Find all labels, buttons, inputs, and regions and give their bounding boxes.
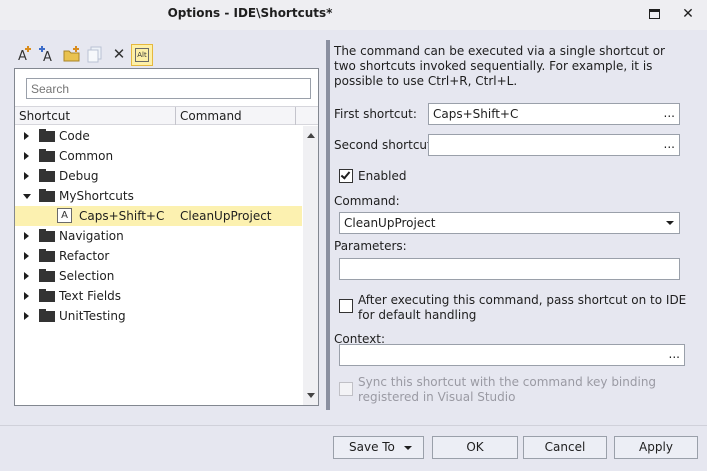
- shortcut-key-icon: A: [57, 208, 72, 223]
- tree-item-label: Debug: [59, 169, 99, 183]
- second-shortcut-browse-button[interactable]: ...: [664, 137, 675, 151]
- shortcut-command: CleanUpProject: [180, 209, 272, 223]
- folder-icon: [39, 149, 55, 162]
- expand-icon[interactable]: [24, 132, 29, 140]
- checkmark-icon: [340, 169, 351, 180]
- pass-shortcut-checkbox[interactable]: [339, 299, 353, 313]
- chevron-down-icon: [666, 221, 674, 225]
- column-separator[interactable]: [175, 107, 176, 125]
- delete-icon[interactable]: ✕: [109, 44, 129, 64]
- window-title: Options - IDE\Shortcuts*: [167, 6, 333, 20]
- parameters-label: Parameters:: [334, 239, 407, 253]
- tree-shortcut-row[interactable]: A Caps+Shift+C CleanUpProject: [15, 206, 302, 226]
- expand-icon[interactable]: [24, 232, 29, 240]
- column-separator[interactable]: [295, 107, 296, 125]
- command-dropdown[interactable]: CleanUpProject: [339, 212, 680, 234]
- command-value: CleanUpProject: [344, 216, 436, 230]
- column-header: Shortcut Command: [15, 106, 318, 125]
- command-label: Command:: [334, 194, 400, 208]
- tree-folder-code[interactable]: Code: [15, 126, 302, 146]
- search-input[interactable]: [26, 78, 311, 99]
- tree-folder-common[interactable]: Common: [15, 146, 302, 166]
- svg-text:A: A: [18, 49, 27, 64]
- first-shortcut-label: First shortcut:: [334, 107, 417, 121]
- first-shortcut-value: Caps+Shift+C: [433, 107, 519, 121]
- expand-icon[interactable]: [24, 152, 29, 160]
- tree-item-label: Navigation: [59, 229, 124, 243]
- bottom-divider: [0, 425, 707, 426]
- tree-folder-text-fields[interactable]: Text Fields: [15, 286, 302, 306]
- maximize-icon: [649, 9, 660, 19]
- scroll-up-icon[interactable]: [307, 133, 315, 138]
- tree-item-label: Common: [59, 149, 114, 163]
- shortcut-label: Caps+Shift+C: [79, 209, 165, 223]
- alt-toggle-button[interactable]: Alt: [131, 44, 153, 66]
- tree-item-label: Code: [59, 129, 90, 143]
- command-description: The command can be executed via a single…: [334, 44, 665, 88]
- tree-item-label: UnitTesting: [59, 309, 126, 323]
- second-shortcut-label: Second shortcut:: [334, 138, 436, 152]
- add-folder-icon[interactable]: [62, 44, 82, 64]
- scroll-down-icon[interactable]: [307, 393, 315, 398]
- save-to-button[interactable]: Save To: [333, 436, 424, 459]
- pass-shortcut-label: After executing this command, pass short…: [358, 293, 687, 322]
- save-to-label: Save To: [349, 440, 395, 454]
- sync-label: Sync this shortcut with the command key …: [358, 375, 657, 404]
- folder-icon: [39, 169, 55, 182]
- folder-icon: [39, 289, 55, 302]
- shortcut-tree-panel: Shortcut Command Code Common Debug MySho…: [14, 68, 319, 406]
- tree-item-label: Text Fields: [59, 289, 122, 303]
- tree-folder-debug[interactable]: Debug: [15, 166, 302, 186]
- first-shortcut-browse-button[interactable]: ...: [664, 106, 675, 120]
- add-shortcut-icon[interactable]: A: [15, 44, 35, 64]
- column-header-shortcut[interactable]: Shortcut: [19, 109, 70, 123]
- tree-folder-myshortcuts[interactable]: MyShortcuts: [15, 186, 302, 206]
- tree-folder-selection[interactable]: Selection: [15, 266, 302, 286]
- expand-icon[interactable]: [24, 172, 29, 180]
- expand-icon[interactable]: [24, 252, 29, 260]
- add-shortcut-alt-icon[interactable]: A: [38, 44, 58, 64]
- title-bar: Options - IDE\Shortcuts* ✕: [0, 0, 707, 30]
- sync-checkbox: [339, 382, 353, 396]
- tree-folder-navigation[interactable]: Navigation: [15, 226, 302, 246]
- folder-icon: [39, 309, 55, 322]
- close-icon[interactable]: ✕: [678, 4, 698, 24]
- folder-icon: [39, 189, 55, 202]
- second-shortcut-field[interactable]: ...: [428, 134, 680, 156]
- tree-item-label: Selection: [59, 269, 115, 283]
- expand-icon[interactable]: [24, 292, 29, 300]
- alt-toggle-icon: Alt: [135, 48, 149, 62]
- tree-scrollbar[interactable]: [303, 126, 318, 405]
- context-field[interactable]: ...: [339, 344, 685, 366]
- parameters-field[interactable]: [339, 258, 680, 280]
- collapse-icon[interactable]: [23, 194, 31, 199]
- tree-folder-refactor[interactable]: Refactor: [15, 246, 302, 266]
- folder-icon: [39, 229, 55, 242]
- maximize-button[interactable]: [645, 4, 665, 24]
- folder-icon: [39, 129, 55, 142]
- enabled-checkbox[interactable]: [339, 169, 353, 183]
- enabled-label: Enabled: [358, 169, 407, 183]
- apply-button[interactable]: Apply: [614, 436, 698, 459]
- copy-icon[interactable]: [85, 44, 105, 64]
- cancel-button[interactable]: Cancel: [523, 436, 607, 459]
- expand-icon[interactable]: [24, 312, 29, 320]
- folder-icon: [39, 269, 55, 282]
- tree-folder-unittesting[interactable]: UnitTesting: [15, 306, 302, 326]
- tree-rows: Code Common Debug MyShortcuts A Caps+Shi…: [15, 126, 302, 405]
- folder-icon: [39, 249, 55, 262]
- svg-text:A: A: [43, 50, 52, 64]
- column-header-command[interactable]: Command: [180, 109, 242, 123]
- panel-splitter[interactable]: [326, 40, 330, 410]
- first-shortcut-field[interactable]: Caps+Shift+C ...: [428, 103, 680, 125]
- ok-button[interactable]: OK: [432, 436, 518, 459]
- tree-item-label: MyShortcuts: [59, 189, 134, 203]
- context-browse-button[interactable]: ...: [669, 347, 680, 361]
- expand-icon[interactable]: [24, 272, 29, 280]
- tree-item-label: Refactor: [59, 249, 110, 263]
- chevron-down-icon: [404, 446, 412, 450]
